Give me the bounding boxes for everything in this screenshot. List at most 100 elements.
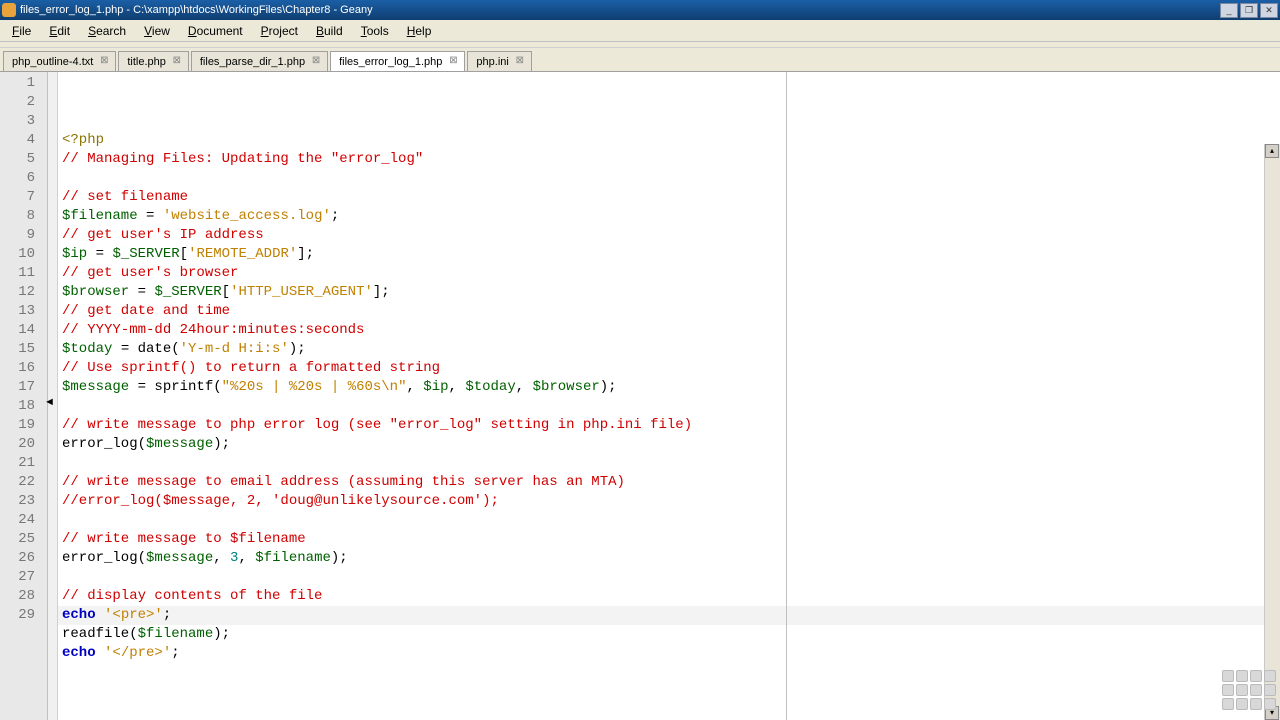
line-number: 1 <box>0 74 47 93</box>
code-line[interactable]: // Managing Files: Updating the "error_l… <box>62 150 1280 169</box>
code-line[interactable]: <?php <box>62 131 1280 150</box>
menu-tools[interactable]: Tools <box>353 22 397 40</box>
line-number: 5 <box>0 150 47 169</box>
line-number: 14 <box>0 321 47 340</box>
code-line[interactable]: $today = date('Y-m-d H:i:s'); <box>62 340 1280 359</box>
code-line[interactable]: // get user's IP address <box>62 226 1280 245</box>
minimize-button[interactable]: _ <box>1220 3 1238 18</box>
tab-bar: php_outline-4.txt⊠title.php⊠files_parse_… <box>0 48 1280 72</box>
code-line[interactable]: // set filename <box>62 188 1280 207</box>
line-number: 25 <box>0 530 47 549</box>
tab-files-error-log-1-php[interactable]: files_error_log_1.php ⊠ <box>330 51 465 71</box>
editor-area: 1234567891011121314151617181920212223242… <box>0 72 1280 720</box>
menu-file[interactable]: File <box>4 22 39 40</box>
line-number: 29 <box>0 606 47 625</box>
fold-column: ◄ <box>48 72 58 720</box>
code-line[interactable]: // get date and time <box>62 302 1280 321</box>
line-number: 9 <box>0 226 47 245</box>
menu-search[interactable]: Search <box>80 22 134 40</box>
code-line[interactable]: // display contents of the file <box>62 587 1280 606</box>
code-line[interactable]: // YYYY-mm-dd 24hour:minutes:seconds <box>62 321 1280 340</box>
menu-bar: File Edit Search View Document Project B… <box>0 20 1280 42</box>
menu-edit[interactable]: Edit <box>41 22 78 40</box>
menu-document[interactable]: Document <box>180 22 251 40</box>
tab-files-parse-dir-1-php[interactable]: files_parse_dir_1.php ⊠ <box>191 51 328 71</box>
vertical-scrollbar[interactable]: ▴ ▾ <box>1264 144 1280 720</box>
line-number: 2 <box>0 93 47 112</box>
code-line[interactable]: readfile($filename); <box>62 625 1280 644</box>
tab-label: files_error_log_1.php <box>339 56 442 68</box>
line-number: 16 <box>0 359 47 378</box>
menu-view[interactable]: View <box>136 22 178 40</box>
code-line[interactable]: // write message to $filename <box>62 530 1280 549</box>
line-number: 26 <box>0 549 47 568</box>
tab-title-php[interactable]: title.php ⊠ <box>118 51 189 71</box>
tab-label: php_outline-4.txt <box>12 56 93 68</box>
line-number: 17 <box>0 378 47 397</box>
app-icon <box>2 3 16 17</box>
tab-php-outline-4-txt[interactable]: php_outline-4.txt ⊠ <box>3 51 116 71</box>
tab-label: files_parse_dir_1.php <box>200 56 305 68</box>
code-line[interactable]: // write message to php error log (see "… <box>62 416 1280 435</box>
scroll-up-button[interactable]: ▴ <box>1265 144 1279 158</box>
code-line[interactable] <box>62 169 1280 188</box>
code-line[interactable] <box>62 511 1280 530</box>
code-line[interactable] <box>62 397 1280 416</box>
menu-build[interactable]: Build <box>308 22 351 40</box>
tab-close-icon[interactable]: ⊠ <box>99 57 109 67</box>
menu-project[interactable]: Project <box>253 22 306 40</box>
line-number-gutter: 1234567891011121314151617181920212223242… <box>0 72 48 720</box>
line-number: 22 <box>0 473 47 492</box>
code-line[interactable] <box>62 568 1280 587</box>
tab-php-ini[interactable]: php.ini ⊠ <box>467 51 531 71</box>
code-editor[interactable]: <?php// Managing Files: Updating the "er… <box>58 72 1280 720</box>
tab-label: php.ini <box>476 56 508 68</box>
line-number: 12 <box>0 283 47 302</box>
line-number: 21 <box>0 454 47 473</box>
code-line[interactable]: error_log($message, 3, $filename); <box>62 549 1280 568</box>
code-line[interactable] <box>62 663 1280 682</box>
code-line[interactable]: // write message to email address (assum… <box>62 473 1280 492</box>
line-number: 3 <box>0 112 47 131</box>
line-number: 4 <box>0 131 47 150</box>
code-line[interactable]: echo '<pre>'; <box>62 606 1280 625</box>
line-number: 8 <box>0 207 47 226</box>
code-line[interactable]: // get user's browser <box>62 264 1280 283</box>
code-line[interactable] <box>62 454 1280 473</box>
print-margin-guide <box>786 72 787 720</box>
code-line[interactable]: $filename = 'website_access.log'; <box>62 207 1280 226</box>
tab-close-icon[interactable]: ⊠ <box>311 57 321 67</box>
line-number: 27 <box>0 568 47 587</box>
tab-close-icon[interactable]: ⊠ <box>515 57 525 67</box>
code-line[interactable]: // Use sprintf() to return a formatted s… <box>62 359 1280 378</box>
code-line[interactable]: //error_log($message, 2, 'doug@unlikelys… <box>62 492 1280 511</box>
line-number: 15 <box>0 340 47 359</box>
line-number: 6 <box>0 169 47 188</box>
line-number: 10 <box>0 245 47 264</box>
code-line[interactable]: $message = sprintf("%20s | %20s | %60s\n… <box>62 378 1280 397</box>
tab-close-icon[interactable]: ⊠ <box>448 57 458 67</box>
line-number: 20 <box>0 435 47 454</box>
window-title: files_error_log_1.php - C:\xampp\htdocs\… <box>20 4 1220 16</box>
tab-close-icon[interactable]: ⊠ <box>172 57 182 67</box>
menu-help[interactable]: Help <box>399 22 440 40</box>
close-button[interactable]: ✕ <box>1260 3 1278 18</box>
line-number: 28 <box>0 587 47 606</box>
maximize-button[interactable]: ❐ <box>1240 3 1258 18</box>
tab-label: title.php <box>127 56 166 68</box>
code-line[interactable]: $browser = $_SERVER['HTTP_USER_AGENT']; <box>62 283 1280 302</box>
line-number: 19 <box>0 416 47 435</box>
code-line[interactable]: $ip = $_SERVER['REMOTE_ADDR']; <box>62 245 1280 264</box>
code-line[interactable]: echo '</pre>'; <box>62 644 1280 663</box>
line-number: 13 <box>0 302 47 321</box>
line-number: 23 <box>0 492 47 511</box>
cursor-margin-marker: ◄ <box>44 396 55 408</box>
title-bar: files_error_log_1.php - C:\xampp\htdocs\… <box>0 0 1280 20</box>
line-number: 18 <box>0 397 47 416</box>
line-number: 24 <box>0 511 47 530</box>
corner-widget <box>1222 670 1278 718</box>
window-buttons: _ ❐ ✕ <box>1220 3 1278 18</box>
line-number: 11 <box>0 264 47 283</box>
line-number: 7 <box>0 188 47 207</box>
code-line[interactable]: error_log($message); <box>62 435 1280 454</box>
